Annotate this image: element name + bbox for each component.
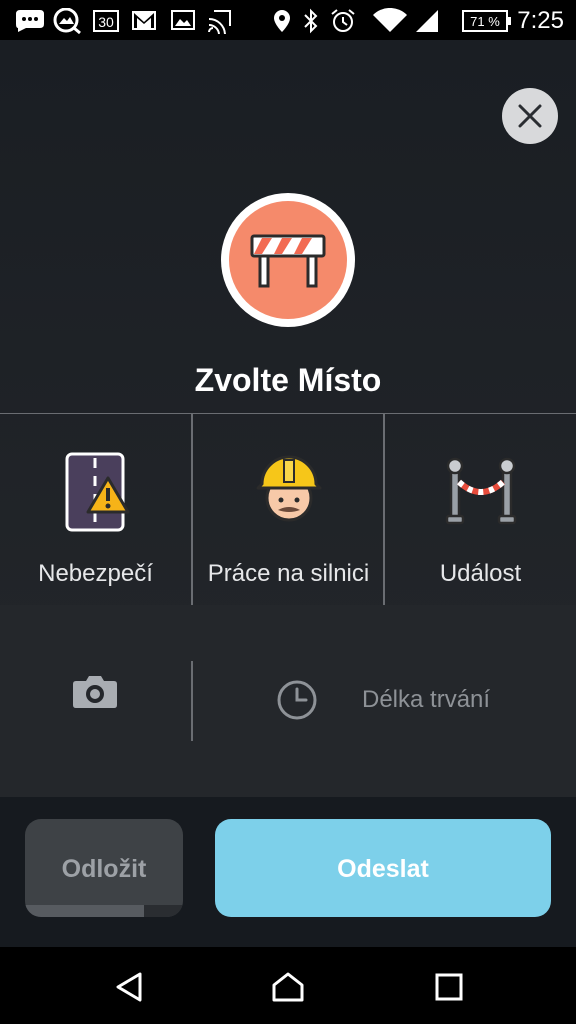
extras-divider — [191, 661, 193, 741]
gallery-icon — [171, 10, 195, 30]
later-progress-fill — [25, 905, 144, 917]
back-button[interactable] — [114, 971, 144, 1008]
report-dialog: Zvolte Místo Nebezpečí Práce na silnici … — [0, 40, 576, 797]
hero-badge — [221, 193, 355, 327]
svg-text:30: 30 — [98, 14, 114, 30]
home-icon — [272, 972, 304, 1002]
recents-button[interactable] — [434, 971, 464, 1008]
location-icon — [274, 10, 290, 32]
road-barrier-icon — [250, 234, 326, 288]
wifi-icon — [373, 8, 407, 32]
option-label: Práce na silnici — [207, 560, 370, 587]
status-bar: 30 71 % 7:25 — [0, 0, 576, 40]
duration-button[interactable]: Délka trvání — [276, 679, 490, 721]
cast-icon — [208, 10, 231, 34]
svg-text:71 %: 71 % — [470, 14, 500, 29]
signal-icon — [416, 10, 438, 32]
recents-icon — [435, 973, 463, 1001]
close-button[interactable] — [502, 88, 558, 144]
duration-label: Délka trvání — [362, 686, 491, 713]
event-rope-icon — [445, 457, 516, 525]
gmail-icon — [132, 11, 156, 30]
extras-row: Délka trvání — [0, 605, 576, 797]
road-worker-icon — [256, 455, 321, 522]
calendar-icon: 30 — [93, 10, 119, 32]
dialog-title: Zvolte Místo — [194, 362, 382, 398]
camera-button[interactable] — [72, 673, 118, 714]
send-button-label: Odeslat — [337, 855, 429, 883]
battery-icon: 71 % — [462, 10, 511, 32]
report-type-options: Nebezpečí Práce na silnici Událost — [0, 413, 576, 606]
action-footer: Odložit Odeslat — [0, 797, 576, 947]
close-icon — [518, 104, 542, 128]
photo-app-icon — [53, 8, 81, 34]
clock-time: 7:25 — [517, 7, 564, 34]
option-hazard[interactable]: Nebezpečí — [0, 414, 191, 605]
clock-icon — [277, 680, 317, 720]
message-icon — [16, 10, 44, 32]
option-label: Událost — [439, 560, 522, 587]
system-nav-bar — [0, 947, 576, 1024]
hazard-icon — [65, 452, 129, 532]
home-button[interactable] — [271, 971, 305, 1008]
camera-icon — [73, 676, 117, 708]
option-event[interactable]: Událost — [383, 414, 576, 605]
bluetooth-icon — [304, 8, 318, 34]
back-icon — [116, 972, 142, 1002]
option-label: Nebezpečí — [38, 560, 153, 587]
later-button-label: Odložit — [61, 855, 147, 883]
later-progress-track — [25, 905, 183, 917]
option-road-works[interactable]: Práce na silnici — [191, 414, 384, 605]
alarm-icon — [331, 9, 355, 32]
later-button[interactable]: Odložit — [25, 819, 183, 917]
send-button[interactable]: Odeslat — [215, 819, 551, 917]
